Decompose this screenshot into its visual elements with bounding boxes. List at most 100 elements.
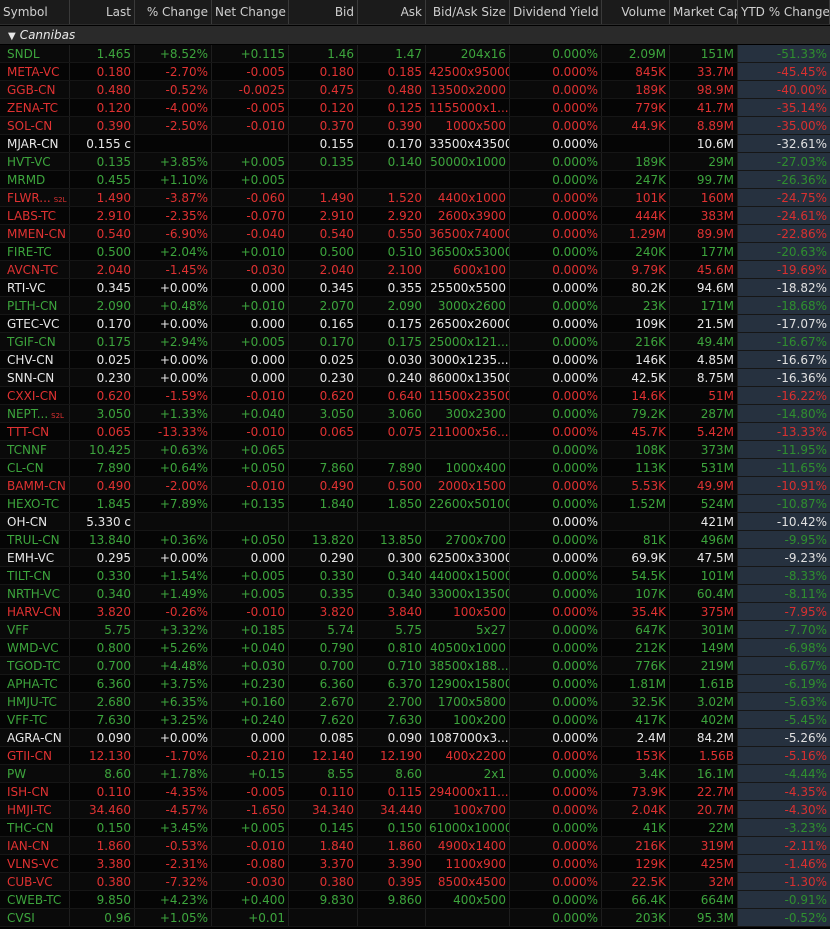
cell-symbol[interactable]: FIRE-TC: [0, 243, 70, 260]
table-row[interactable]: GTII-CN 12.130 -1.70% -0.210 12.140 12.190 400…: [0, 747, 830, 765]
table-row[interactable]: MRMD 0.455 +1.10% +0.005 0.000% 247K 99.7M -26.…: [0, 171, 830, 189]
cell-symbol[interactable]: PW: [0, 765, 70, 782]
table-row[interactable]: CWEB-TC 9.850 +4.23% +0.400 9.830 9.860 400x50…: [0, 891, 830, 909]
table-row[interactable]: VLNS-VC 3.380 -2.31% -0.080 3.370 3.390 1100x9…: [0, 855, 830, 873]
cell-symbol[interactable]: HVT-VC: [0, 153, 70, 170]
column-header-bid-ask-size[interactable]: Bid/Ask Size: [426, 0, 510, 24]
column-header-pct-change[interactable]: % Change: [135, 0, 212, 24]
table-row[interactable]: VFF-TC 7.630 +3.25% +0.240 7.620 7.630 100x200…: [0, 711, 830, 729]
cell-symbol[interactable]: ISH-CN: [0, 783, 70, 800]
cell-symbol[interactable]: OH-CN: [0, 513, 70, 530]
cell-symbol[interactable]: IAN-CN: [0, 837, 70, 854]
cell-symbol[interactable]: HEXO-TC: [0, 495, 70, 512]
table-row[interactable]: HMJI-TC 34.460 -4.57% -1.650 34.340 34.440 100…: [0, 801, 830, 819]
column-header-market-cap[interactable]: Market Cap: [670, 0, 738, 24]
cell-symbol[interactable]: META-VC: [0, 63, 70, 80]
column-header-volume[interactable]: Volume: [602, 0, 670, 24]
cell-symbol[interactable]: VLNS-VC: [0, 855, 70, 872]
table-row[interactable]: THC-CN 0.150 +3.45% +0.005 0.145 0.150 61000x1…: [0, 819, 830, 837]
cell-symbol[interactable]: BAMM-CN: [0, 477, 70, 494]
table-row[interactable]: SOL-CN 0.390 -2.50% -0.010 0.370 0.390 1000x50…: [0, 117, 830, 135]
cell-symbol[interactable]: HMJU-TC: [0, 693, 70, 710]
cell-symbol[interactable]: LABS-TC: [0, 207, 70, 224]
cell-symbol[interactable]: TCNNF: [0, 441, 70, 458]
column-header-bid[interactable]: Bid: [289, 0, 358, 24]
table-row[interactable]: CVSI 0.96 +1.05% +0.01 0.000% 203K 95.3M -0.52%: [0, 909, 830, 927]
table-row[interactable]: ISH-CN 0.110 -4.35% -0.005 0.110 0.115 294000x…: [0, 783, 830, 801]
cell-symbol[interactable]: CHV-CN: [0, 351, 70, 368]
cell-symbol[interactable]: SOL-CN: [0, 117, 70, 134]
table-row[interactable]: TGIF-CN 0.175 +2.94% +0.005 0.170 0.175 25000x…: [0, 333, 830, 351]
cell-symbol[interactable]: AGRA-CN: [0, 729, 70, 746]
cell-symbol[interactable]: PLTH-CN: [0, 297, 70, 314]
cell-symbol[interactable]: NRTH-VC: [0, 585, 70, 602]
cell-symbol[interactable]: EMH-VC: [0, 549, 70, 566]
table-row[interactable]: BAMM-CN 0.490 -2.00% -0.010 0.490 0.500 2000x1…: [0, 477, 830, 495]
table-row[interactable]: ZENA-TC 0.120 -4.00% -0.005 0.120 0.125 115500…: [0, 99, 830, 117]
column-header-ytd-change[interactable]: YTD % Change: [738, 0, 830, 24]
cell-symbol[interactable]: THC-CN: [0, 819, 70, 836]
table-row[interactable]: TGOD-TC 0.700 +4.48% +0.030 0.700 0.710 38500x…: [0, 657, 830, 675]
cell-symbol[interactable]: HARV-CN: [0, 603, 70, 620]
table-row[interactable]: NEPT... S2L 3.050 +1.33% +0.040 3.050 3.060 300…: [0, 405, 830, 423]
cell-symbol[interactable]: TILT-CN: [0, 567, 70, 584]
column-header-dividend-yield[interactable]: Dividend Yield: [510, 0, 602, 24]
table-row[interactable]: AGRA-CN 0.090 +0.00% 0.000 0.085 0.090 1087000…: [0, 729, 830, 747]
cell-symbol[interactable]: APHA-TC: [0, 675, 70, 692]
table-row[interactable]: AVCN-TC 2.040 -1.45% -0.030 2.040 2.100 600x10…: [0, 261, 830, 279]
cell-symbol[interactable]: NEPT... S2L: [0, 405, 70, 422]
cell-symbol[interactable]: MRMD: [0, 171, 70, 188]
table-row[interactable]: SNN-CN 0.230 +0.00% 0.000 0.230 0.240 86000x13…: [0, 369, 830, 387]
cell-symbol[interactable]: TTT-CN: [0, 423, 70, 440]
column-header-ask[interactable]: Ask: [358, 0, 426, 24]
table-row[interactable]: RTI-VC 0.345 +0.00% 0.000 0.345 0.355 25500x55…: [0, 279, 830, 297]
table-row[interactable]: TTT-CN 0.065 -13.33% -0.010 0.065 0.075 211000…: [0, 423, 830, 441]
column-header-last[interactable]: Last: [70, 0, 135, 24]
table-row[interactable]: TILT-CN 0.330 +1.54% +0.005 0.330 0.340 44000x…: [0, 567, 830, 585]
cell-symbol[interactable]: MJAR-CN: [0, 135, 70, 152]
cell-symbol[interactable]: HMJI-TC: [0, 801, 70, 818]
table-row[interactable]: NRTH-VC 0.340 +1.49% +0.005 0.335 0.340 33000x…: [0, 585, 830, 603]
table-row[interactable]: PW 8.60 +1.78% +0.15 8.55 8.60 2x1 0.000% 3.4K 16…: [0, 765, 830, 783]
table-row[interactable]: SNDL 1.465 +8.52% +0.115 1.46 1.47 204x16 0.000…: [0, 45, 830, 63]
table-row[interactable]: VFF 5.75 +3.32% +0.185 5.74 5.75 5x27 0.000% 647…: [0, 621, 830, 639]
cell-symbol[interactable]: TRUL-CN: [0, 531, 70, 548]
collapse-triangle-icon[interactable]: ▼: [8, 28, 16, 46]
table-row[interactable]: CXXI-CN 0.620 -1.59% -0.010 0.620 0.640 11500x…: [0, 387, 830, 405]
cell-symbol[interactable]: ZENA-TC: [0, 99, 70, 116]
cell-symbol[interactable]: CVSI: [0, 909, 70, 926]
group-row-cannibas[interactable]: ▼ Cannibas: [0, 26, 830, 44]
cell-symbol[interactable]: VFF: [0, 621, 70, 638]
cell-symbol[interactable]: SNN-CN: [0, 369, 70, 386]
table-row[interactable]: EMH-VC 0.295 +0.00% 0.000 0.290 0.300 62500x33…: [0, 549, 830, 567]
cell-symbol[interactable]: SNDL: [0, 45, 70, 62]
table-row[interactable]: GGB-CN 0.480 -0.52% -0.0025 0.475 0.480 13500x…: [0, 81, 830, 99]
table-row[interactable]: HMJU-TC 2.680 +6.35% +0.160 2.670 2.700 1700x5…: [0, 693, 830, 711]
cell-symbol[interactable]: CL-CN: [0, 459, 70, 476]
cell-symbol[interactable]: TGOD-TC: [0, 657, 70, 674]
cell-symbol[interactable]: AVCN-TC: [0, 261, 70, 278]
table-row[interactable]: TRUL-CN 13.840 +0.36% +0.050 13.820 13.850 270…: [0, 531, 830, 549]
cell-symbol[interactable]: MMEN-CN: [0, 225, 70, 242]
table-row[interactable]: HEXO-TC 1.845 +7.89% +0.135 1.840 1.850 22600x…: [0, 495, 830, 513]
cell-symbol[interactable]: CWEB-TC: [0, 891, 70, 908]
cell-symbol[interactable]: FLWR... S2L: [0, 189, 70, 206]
table-row[interactable]: CL-CN 7.890 +0.64% +0.050 7.860 7.890 1000x400…: [0, 459, 830, 477]
table-row[interactable]: APHA-TC 6.360 +3.75% +0.230 6.360 6.370 12900x…: [0, 675, 830, 693]
table-row[interactable]: META-VC 0.180 -2.70% -0.005 0.180 0.185 42500x…: [0, 63, 830, 81]
cell-symbol[interactable]: CUB-VC: [0, 873, 70, 890]
cell-symbol[interactable]: RTI-VC: [0, 279, 70, 296]
table-row[interactable]: FIRE-TC 0.500 +2.04% +0.010 0.500 0.510 36500x…: [0, 243, 830, 261]
cell-symbol[interactable]: GTEC-VC: [0, 315, 70, 332]
table-row[interactable]: HARV-CN 3.820 -0.26% -0.010 3.820 3.840 100x50…: [0, 603, 830, 621]
table-row[interactable]: MMEN-CN 0.540 -6.90% -0.040 0.540 0.550 36500x…: [0, 225, 830, 243]
table-row[interactable]: WMD-VC 0.800 +5.26% +0.040 0.790 0.810 40500x1…: [0, 639, 830, 657]
table-row[interactable]: FLWR... S2L 1.490 -3.87% -0.060 1.490 1.520 440…: [0, 189, 830, 207]
cell-symbol[interactable]: CXXI-CN: [0, 387, 70, 404]
table-row[interactable]: LABS-TC 2.910 -2.35% -0.070 2.910 2.920 2600x3…: [0, 207, 830, 225]
table-row[interactable]: HVT-VC 0.135 +3.85% +0.005 0.135 0.140 50000x1…: [0, 153, 830, 171]
table-row[interactable]: OH-CN 5.330 c 0.000% 421M -10.42%: [0, 513, 830, 531]
column-header-symbol[interactable]: Symbol: [0, 0, 70, 24]
table-row[interactable]: PLTH-CN 2.090 +0.48% +0.010 2.070 2.090 3000x2…: [0, 297, 830, 315]
table-row[interactable]: MJAR-CN 0.155 c 0.155 0.170 33500x43500 0.000…: [0, 135, 830, 153]
